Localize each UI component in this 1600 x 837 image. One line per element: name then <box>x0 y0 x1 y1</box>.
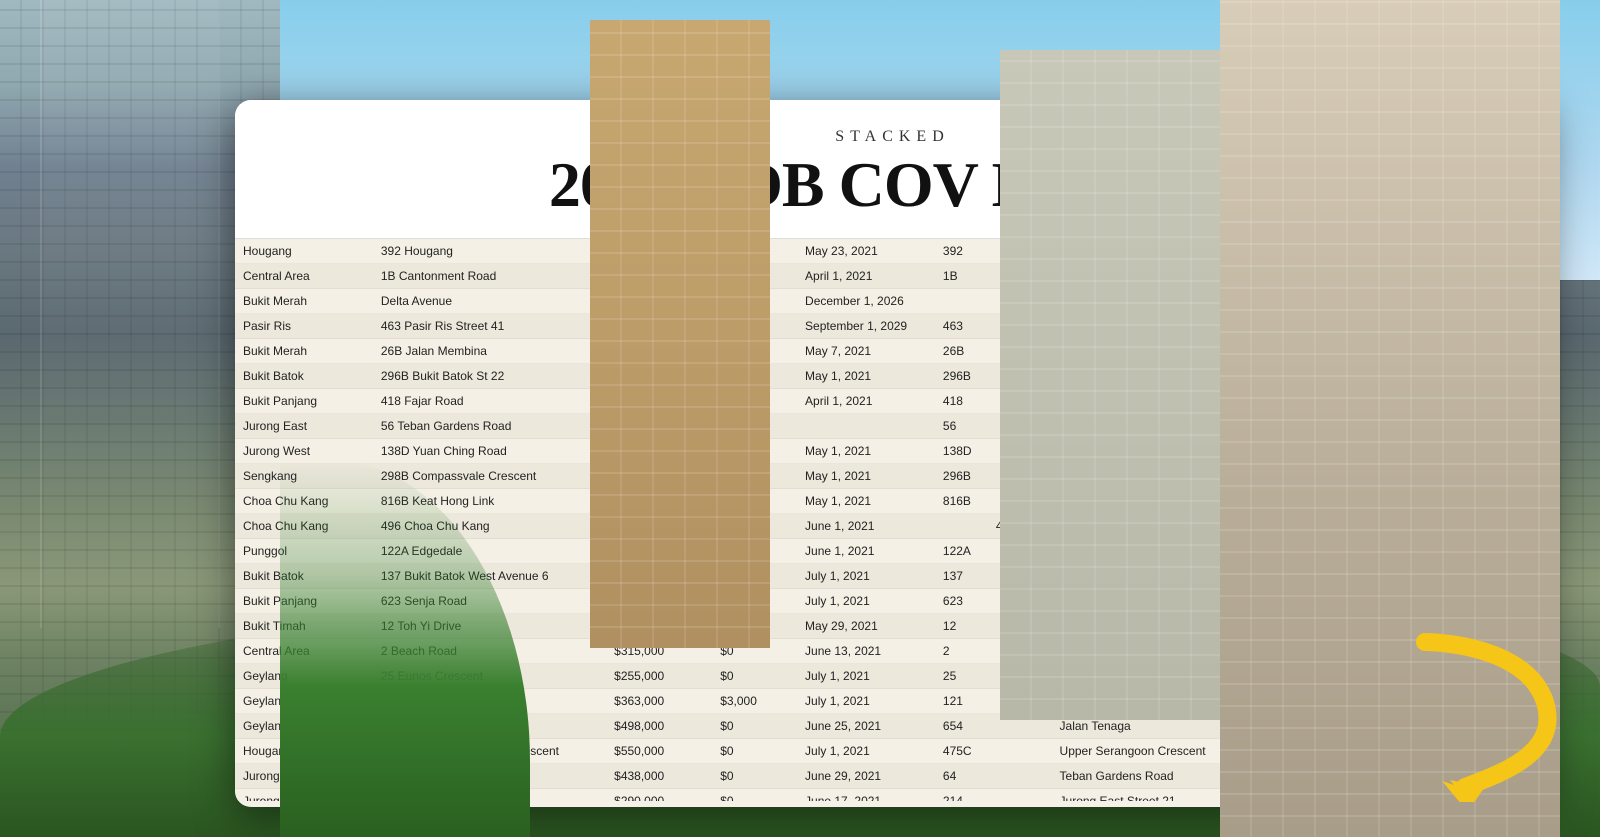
cell-8-4: May 1, 2021 <box>797 439 935 464</box>
cell-21-6 <box>988 764 1052 789</box>
cell-3-4: September 1, 2029 <box>797 314 935 339</box>
cell-20-3: $0 <box>712 739 797 764</box>
cell-18-5: 121 <box>935 689 988 714</box>
cell-22-5: 214 <box>935 789 988 802</box>
cell-11-5 <box>935 514 988 539</box>
cell-1-0: Central Area <box>235 264 373 289</box>
cell-8-5: 138D <box>935 439 988 464</box>
cell-11-4: June 1, 2021 <box>797 514 935 539</box>
cell-7-1: 56 Teban Gardens Road <box>373 414 606 439</box>
cell-5-5: 296B <box>935 364 988 389</box>
cell-14-5: 623 <box>935 589 988 614</box>
cell-7-0: Jurong East <box>235 414 373 439</box>
arrow-decoration <box>1365 622 1565 807</box>
cell-0-5: 392 <box>935 239 988 264</box>
cell-18-2: $363,000 <box>606 689 712 714</box>
cell-5-4: May 1, 2021 <box>797 364 935 389</box>
cell-15-4: May 29, 2021 <box>797 614 935 639</box>
cell-15-5: 12 <box>935 614 988 639</box>
cell-3-1: 463 Pasir Ris Street 41 <box>373 314 606 339</box>
cell-19-3: $0 <box>712 714 797 739</box>
cell-13-4: July 1, 2021 <box>797 564 935 589</box>
cell-22-3: $0 <box>712 789 797 802</box>
cell-6-0: Bukit Panjang <box>235 389 373 414</box>
cell-18-4: July 1, 2021 <box>797 689 935 714</box>
cell-0-0: Hougang <box>235 239 373 264</box>
cell-16-5: 2 <box>935 639 988 664</box>
cell-19-2: $498,000 <box>606 714 712 739</box>
cell-13-5: 137 <box>935 564 988 589</box>
cell-6-4: April 1, 2021 <box>797 389 935 414</box>
cell-1-4: April 1, 2021 <box>797 264 935 289</box>
cell-9-4: May 1, 2021 <box>797 464 935 489</box>
arrow-svg <box>1365 622 1565 802</box>
cell-7-5: 56 <box>935 414 988 439</box>
cell-20-2: $550,000 <box>606 739 712 764</box>
cell-20-6 <box>988 739 1052 764</box>
cell-17-3: $0 <box>712 664 797 689</box>
cell-20-4: July 1, 2021 <box>797 739 935 764</box>
cell-18-3: $3,000 <box>712 689 797 714</box>
cell-19-5: 654 <box>935 714 988 739</box>
cell-4-0: Bukit Merah <box>235 339 373 364</box>
cell-20-5: 475C <box>935 739 988 764</box>
cell-8-1: 138D Yuan Ching Road <box>373 439 606 464</box>
cell-22-4: June 17, 2021 <box>797 789 935 802</box>
cell-2-1: Delta Avenue <box>373 289 606 314</box>
cell-4-4: May 7, 2021 <box>797 339 935 364</box>
cell-10-4: May 1, 2021 <box>797 489 935 514</box>
cell-10-5: 816B <box>935 489 988 514</box>
cell-16-4: June 13, 2021 <box>797 639 935 664</box>
cell-0-1: 392 Hougang <box>373 239 606 264</box>
cell-21-4: June 29, 2021 <box>797 764 935 789</box>
cell-19-4: June 25, 2021 <box>797 714 935 739</box>
cell-21-3: $0 <box>712 764 797 789</box>
cell-3-5: 463 <box>935 314 988 339</box>
cell-6-5: 418 <box>935 389 988 414</box>
cell-12-4: June 1, 2021 <box>797 539 935 564</box>
cell-4-1: 26B Jalan Membina <box>373 339 606 364</box>
cell-1-5: 1B <box>935 264 988 289</box>
cell-22-6 <box>988 789 1052 802</box>
cell-5-0: Bukit Batok <box>235 364 373 389</box>
cell-3-0: Pasir Ris <box>235 314 373 339</box>
cell-14-4: July 1, 2021 <box>797 589 935 614</box>
cell-12-5: 122A <box>935 539 988 564</box>
cell-2-4: December 1, 2026 <box>797 289 935 314</box>
cell-6-1: 418 Fajar Road <box>373 389 606 414</box>
cell-4-5: 26B <box>935 339 988 364</box>
cell-17-5: 25 <box>935 664 988 689</box>
cell-21-2: $438,000 <box>606 764 712 789</box>
cell-7-4 <box>797 414 935 439</box>
cell-17-4: July 1, 2021 <box>797 664 935 689</box>
cell-9-5: 296B <box>935 464 988 489</box>
cell-5-1: 296B Bukit Batok St 22 <box>373 364 606 389</box>
cell-2-0: Bukit Merah <box>235 289 373 314</box>
cell-17-2: $255,000 <box>606 664 712 689</box>
cell-0-4: May 23, 2021 <box>797 239 935 264</box>
cell-22-2: $290,000 <box>606 789 712 802</box>
cell-21-5: 64 <box>935 764 988 789</box>
cell-2-5 <box>935 289 988 314</box>
cell-1-1: 1B Cantonment Road <box>373 264 606 289</box>
